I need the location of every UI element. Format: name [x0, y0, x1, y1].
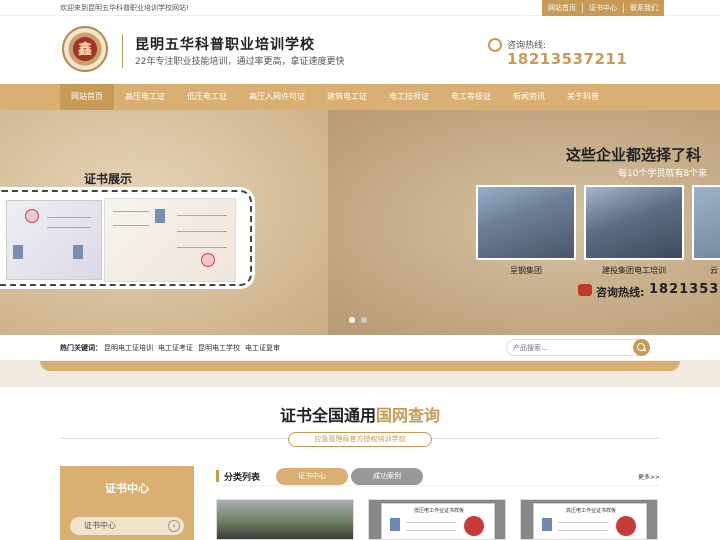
cert-line — [47, 217, 91, 218]
cert-photo — [13, 245, 23, 259]
cert-photo — [155, 209, 165, 223]
welcome-text: 欢迎来到昆明五华科普职业培训学校网站! — [60, 4, 189, 12]
tab-success-cases[interactable]: 成功案例 — [351, 468, 423, 485]
thumb-title: 高压电工作业证书样板 — [565, 508, 616, 514]
product-search — [506, 339, 650, 356]
cert-stamp — [25, 209, 39, 223]
hot-keyword-link[interactable]: 昆明电工证培训 — [104, 343, 153, 353]
side-item-label: 证书中心 — [84, 521, 116, 530]
nav-item-construction[interactable]: 建筑电工证 — [316, 84, 378, 110]
cert-photo — [390, 518, 400, 531]
telephone-icon — [578, 284, 592, 296]
company-photo — [476, 185, 576, 260]
hot-keywords-bar: 热门关键词： 昆明电工证培训 电工证考证 昆明电工学校 电工证复审 — [0, 335, 720, 361]
main-nav: 网站首页 高压电工证 低压电工证 高压入网许可证 建筑电工证 电工技师证 电工等… — [0, 84, 720, 110]
banner-phone-label: 咨询热线: — [596, 286, 645, 299]
nav-item-home[interactable]: 网站首页 — [60, 84, 114, 110]
banner-company-heading: 这些企业都选择了科 — [566, 146, 702, 164]
cert-showcase-frame — [0, 190, 252, 286]
site-slogan: 22年专注职业技能培训，通过率更高，拿证速度更快 — [135, 57, 345, 67]
certificate-image — [6, 200, 102, 280]
nav-item-grade[interactable]: 电工等级证 — [440, 84, 502, 110]
hotline-number: 18213537211 — [507, 50, 628, 68]
nav-item-low-voltage[interactable]: 低压电工证 — [176, 84, 238, 110]
nav-item-about[interactable]: 关于科普 — [556, 84, 610, 110]
side-item-certificates[interactable]: 证书中心 › — [70, 517, 184, 535]
section-title-main: 证书全国通用 — [279, 406, 376, 425]
top-link-certificates[interactable]: 证书中心 — [582, 3, 623, 13]
company-caption: 呈钢集团 — [510, 266, 542, 275]
product-thumb-training-photo[interactable] — [216, 499, 354, 540]
cert-photo — [542, 518, 552, 531]
nav-item-news[interactable]: 新闻资讯 — [502, 84, 556, 110]
logo-glyph: 鑫 — [78, 42, 92, 58]
section-title: 证书全国通用国网查询 — [0, 402, 720, 426]
certificate-image — [104, 198, 236, 282]
cert-line — [406, 530, 456, 531]
hot-keyword-link[interactable]: 电工证复审 — [245, 343, 280, 353]
nav-item-high-voltage[interactable]: 高压电工证 — [114, 84, 176, 110]
banner-company-sub: 每10个学员就有8个来 — [618, 169, 708, 179]
hot-keyword-link[interactable]: 昆明电工学校 — [198, 343, 240, 353]
company-caption: 云 — [710, 266, 718, 275]
site-title: 昆明五华科普职业培训学校 — [135, 37, 315, 53]
category-accent-bar — [216, 470, 219, 482]
search-icon[interactable] — [633, 339, 650, 356]
hot-keywords-label: 热门关键词： — [60, 344, 102, 352]
slide-dot-2[interactable] — [361, 317, 367, 323]
nav-item-grid-access[interactable]: 高压入网许可证 — [238, 84, 316, 110]
thumb-title: 低压电工作业证书样板 — [413, 508, 464, 514]
more-link[interactable]: 更多>> — [638, 472, 660, 481]
certificate-sample: 低压电工作业证书样板 — [381, 503, 495, 539]
side-panel: 证书中心 证书中心 › — [60, 466, 194, 540]
chevron-right-icon: › — [168, 520, 180, 532]
hot-keyword-link[interactable]: 电工证考证 — [158, 343, 193, 353]
top-link-contact[interactable]: 联系我们 — [623, 3, 664, 13]
banner-phone-number: 1821353 — [649, 282, 720, 297]
cert-photo — [73, 245, 83, 259]
cert-line — [177, 215, 227, 216]
product-thumb-high-voltage[interactable]: 高压电工作业证书样板 — [520, 499, 658, 540]
cert-line — [558, 522, 608, 523]
section-subtitle: 应急管理局官方授权培训学校 — [288, 432, 432, 447]
category-title: 分类列表 — [224, 473, 261, 483]
cert-line — [406, 522, 456, 523]
top-bar: 欢迎来到昆明五华科普职业培训学校网站! 网站首页 证书中心 联系我们 — [0, 0, 720, 16]
cert-line — [177, 231, 227, 232]
company-photo — [584, 185, 684, 260]
category-header: 分类列表 证书中心 成功案例 更多>> — [216, 466, 660, 486]
cert-line — [113, 211, 149, 212]
certificate-sample: 高压电工作业证书样板 — [533, 503, 647, 539]
cert-emblem — [616, 516, 636, 536]
hero-banner[interactable]: 证书展示 这些企业都选择了科 每10个学员就有8个来 呈钢集团 建投集团电工培训… — [0, 110, 720, 335]
cert-line — [47, 227, 91, 228]
slide-dot-1[interactable] — [349, 317, 355, 323]
section-subtitle-wrap: 应急管理局官方授权培训学校 — [60, 432, 660, 447]
cert-line — [177, 247, 227, 248]
cert-line — [558, 530, 608, 531]
brand-divider — [122, 34, 123, 68]
phone-icon — [488, 38, 502, 52]
header: 鑫 昆明五华科普职业培训学校 22年专注职业技能培训，通过率更高，拿证速度更快 … — [0, 16, 720, 84]
side-panel-title: 证书中心 — [105, 482, 149, 495]
top-link-home[interactable]: 网站首页 — [542, 3, 582, 13]
cert-emblem — [464, 516, 484, 536]
company-photo — [692, 185, 720, 260]
top-links: 网站首页 证书中心 联系我们 — [542, 0, 664, 16]
school-logo[interactable]: 鑫 — [62, 26, 108, 72]
search-input[interactable] — [513, 342, 623, 354]
section-title-accent: 国网查询 — [376, 406, 441, 425]
cert-line — [113, 225, 149, 226]
cert-stamp — [201, 253, 215, 267]
hot-keywords-list: 昆明电工证培训 电工证考证 昆明电工学校 电工证复审 — [104, 343, 280, 353]
nav-item-technician[interactable]: 电工技师证 — [378, 84, 440, 110]
cert-showcase-title: 证书展示 — [84, 172, 133, 186]
product-thumb-low-voltage[interactable]: 低压电工作业证书样板 — [368, 499, 506, 540]
decorative-band — [0, 361, 720, 387]
tab-certificates[interactable]: 证书中心 — [276, 468, 348, 485]
